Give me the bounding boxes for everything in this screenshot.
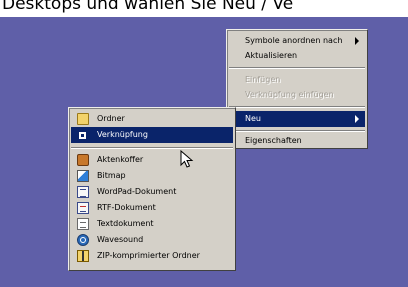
menu-item-label: Symbole anordnen nach [245,36,343,45]
submenu-arrow-icon [355,37,359,45]
submenu-item-zip-folder[interactable]: ZIP-komprimierter Ordner [71,248,233,264]
menu-item-arrange-icons-by[interactable]: Symbole anordnen nach [229,33,365,49]
new-submenu: Ordner Verknüpfung Aktenkoffer Bitmap Wo… [68,107,236,271]
menu-item-label: Aktualisieren [245,51,298,60]
menu-item-properties[interactable]: Eigenschaften [229,133,365,149]
menu-item-label: ZIP-komprimierter Ordner [97,251,200,260]
menu-separator [229,106,365,108]
submenu-arrow-icon [355,115,359,123]
instruction-text: Desktops und wählen Sie Neu / Ve [2,0,294,14]
briefcase-icon [77,154,89,166]
menu-item-label: Textdokument [97,219,154,228]
submenu-item-briefcase[interactable]: Aktenkoffer [71,152,233,168]
menu-item-label: RTF-Dokument [97,203,156,212]
menu-item-label: Bitmap [97,171,126,180]
submenu-item-rtf-document[interactable]: RTF-Dokument [71,200,233,216]
bitmap-icon [77,170,89,182]
menu-item-label: Aktenkoffer [97,155,144,164]
mouse-pointer-icon [180,150,194,168]
wavesound-icon [77,234,89,246]
menu-item-label: Wavesound [97,235,144,244]
desktop[interactable]: Symbole anordnen nach Aktualisieren Einf… [0,17,408,287]
menu-item-paste[interactable]: Einfügen [229,72,365,88]
desktop-context-menu: Symbole anordnen nach Aktualisieren Einf… [226,29,368,149]
menu-item-label: Eigenschaften [245,136,302,145]
menu-separator [229,130,365,132]
submenu-item-wavesound[interactable]: Wavesound [71,232,233,248]
submenu-item-shortcut[interactable]: Verknüpfung [71,127,233,143]
menu-item-refresh[interactable]: Aktualisieren [229,48,365,64]
submenu-item-bitmap[interactable]: Bitmap [71,168,233,184]
menu-item-label: WordPad-Dokument [97,187,177,196]
menu-separator [71,147,233,149]
menu-separator [229,67,365,69]
menu-item-label: Verknüpfung [97,130,148,139]
submenu-item-folder[interactable]: Ordner [71,111,233,127]
menu-item-new[interactable]: Neu [229,111,365,127]
submenu-item-text-document[interactable]: Textdokument [71,216,233,232]
wordpad-icon [77,186,89,198]
submenu-item-wordpad-document[interactable]: WordPad-Dokument [71,184,233,200]
menu-item-label: Neu [245,114,261,123]
menu-item-label: Verknüpfung einfügen [245,90,334,99]
menu-item-label: Ordner [97,114,125,123]
menu-item-label: Einfügen [245,75,281,84]
text-document-icon [77,218,89,230]
shortcut-icon [79,132,86,139]
rtf-document-icon [77,202,89,214]
zip-folder-icon [77,250,89,262]
folder-icon [77,113,89,125]
menu-item-paste-shortcut[interactable]: Verknüpfung einfügen [229,87,365,103]
